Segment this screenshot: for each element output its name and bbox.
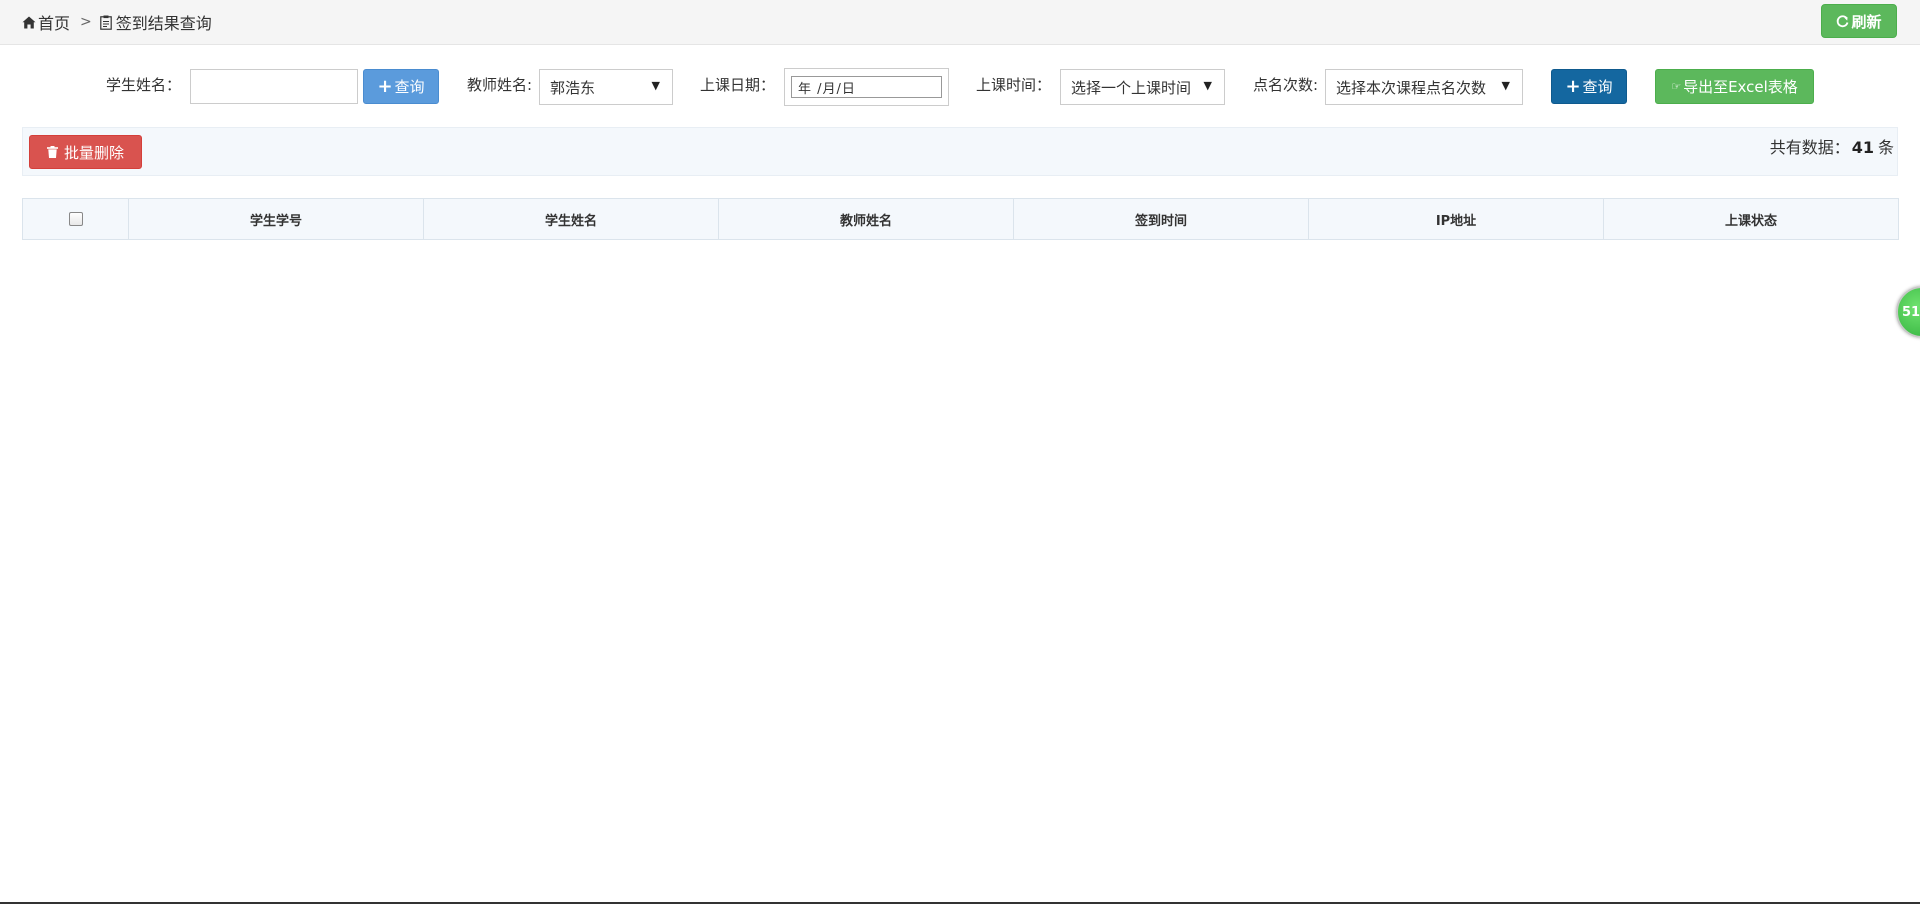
breadcrumb: 首页 > 签到结果查询 bbox=[22, 0, 212, 44]
column-header-class-status[interactable]: 上课状态 bbox=[1603, 198, 1899, 240]
column-header-teacher-name[interactable]: 教师姓名 bbox=[718, 198, 1014, 240]
chevron-down-icon: ▼ bbox=[1501, 79, 1510, 92]
floating-badge-text: 51 bbox=[1902, 304, 1920, 320]
teacher-name-value: 郭浩东 bbox=[550, 78, 596, 97]
top-bar: 首页 > 签到结果查询 刷新 bbox=[0, 0, 1920, 45]
table-header-row: 学生学号 学生姓名 教师姓名 签到时间 IP地址 上课状态 bbox=[22, 198, 1899, 240]
clipboard-icon bbox=[99, 15, 112, 30]
student-query-button[interactable]: + 查询 bbox=[363, 69, 439, 104]
refresh-label: 刷新 bbox=[1851, 12, 1882, 31]
home-icon bbox=[22, 16, 36, 29]
class-date-input[interactable]: 年 /月/日 bbox=[791, 76, 942, 98]
trash-icon bbox=[46, 146, 58, 158]
column-header-ip-address[interactable]: IP地址 bbox=[1308, 198, 1604, 240]
batch-delete-label: 批量删除 bbox=[63, 143, 124, 162]
breadcrumb-separator: > bbox=[80, 14, 92, 30]
batch-delete-button[interactable]: 批量删除 bbox=[29, 135, 142, 169]
chevron-down-icon: ▼ bbox=[651, 79, 660, 92]
student-query-label: 查询 bbox=[394, 78, 425, 96]
breadcrumb-current: 签到结果查询 bbox=[115, 14, 212, 33]
student-name-label: 学生姓名： bbox=[106, 76, 182, 94]
class-date-placeholder: 年 /月/日 bbox=[798, 81, 856, 97]
rollcall-count-select[interactable]: 选择本次课程点名次数 ▼ bbox=[1325, 69, 1523, 105]
record-count: 共有数据： 41 条 bbox=[1770, 137, 1894, 159]
filter-query-button[interactable]: + 查询 bbox=[1551, 69, 1627, 104]
export-excel-button[interactable]: ☞ 导出至Excel表格 bbox=[1655, 69, 1814, 104]
floating-assistant-badge[interactable]: 51 bbox=[1896, 286, 1920, 338]
table-toolbar bbox=[22, 127, 1898, 176]
checkin-results-table: 学生学号 学生姓名 教师姓名 签到时间 IP地址 上课状态 bbox=[22, 198, 1899, 240]
refresh-icon bbox=[1836, 14, 1849, 28]
rollcall-count-label: 点名次数: bbox=[1253, 76, 1319, 94]
record-count-prefix: 共有数据： bbox=[1769, 138, 1850, 157]
rollcall-count-value: 选择本次课程点名次数 bbox=[1336, 78, 1487, 97]
refresh-button[interactable]: 刷新 bbox=[1821, 4, 1897, 38]
record-count-suffix: 条 bbox=[1877, 138, 1894, 157]
record-count-value: 41 bbox=[1851, 138, 1874, 157]
class-time-label: 上课时间： bbox=[976, 76, 1052, 94]
filter-query-label: 查询 bbox=[1582, 78, 1613, 96]
column-header-student-id[interactable]: 学生学号 bbox=[128, 198, 424, 240]
class-date-label: 上课日期： bbox=[700, 76, 776, 94]
hand-pointer-icon: ☞ bbox=[1671, 80, 1682, 93]
class-time-value: 选择一个上课时间 bbox=[1071, 78, 1192, 97]
class-date-wrapper: 年 /月/日 bbox=[784, 68, 949, 106]
column-header-student-name[interactable]: 学生姓名 bbox=[423, 198, 719, 240]
export-excel-label: 导出至Excel表格 bbox=[1683, 78, 1798, 96]
teacher-name-label: 教师姓名: bbox=[467, 76, 533, 94]
select-all-cell bbox=[22, 198, 129, 240]
select-all-checkbox[interactable] bbox=[68, 212, 83, 226]
breadcrumb-home-link[interactable]: 首页 bbox=[38, 10, 70, 34]
column-header-checkin-time[interactable]: 签到时间 bbox=[1013, 198, 1309, 240]
plus-icon: + bbox=[377, 75, 393, 97]
plus-icon: + bbox=[1565, 75, 1581, 97]
chevron-down-icon: ▼ bbox=[1203, 79, 1212, 92]
student-name-input[interactable] bbox=[190, 69, 358, 104]
teacher-name-select[interactable]: 郭浩东 ▼ bbox=[539, 69, 673, 105]
class-time-select[interactable]: 选择一个上课时间 ▼ bbox=[1060, 69, 1225, 105]
